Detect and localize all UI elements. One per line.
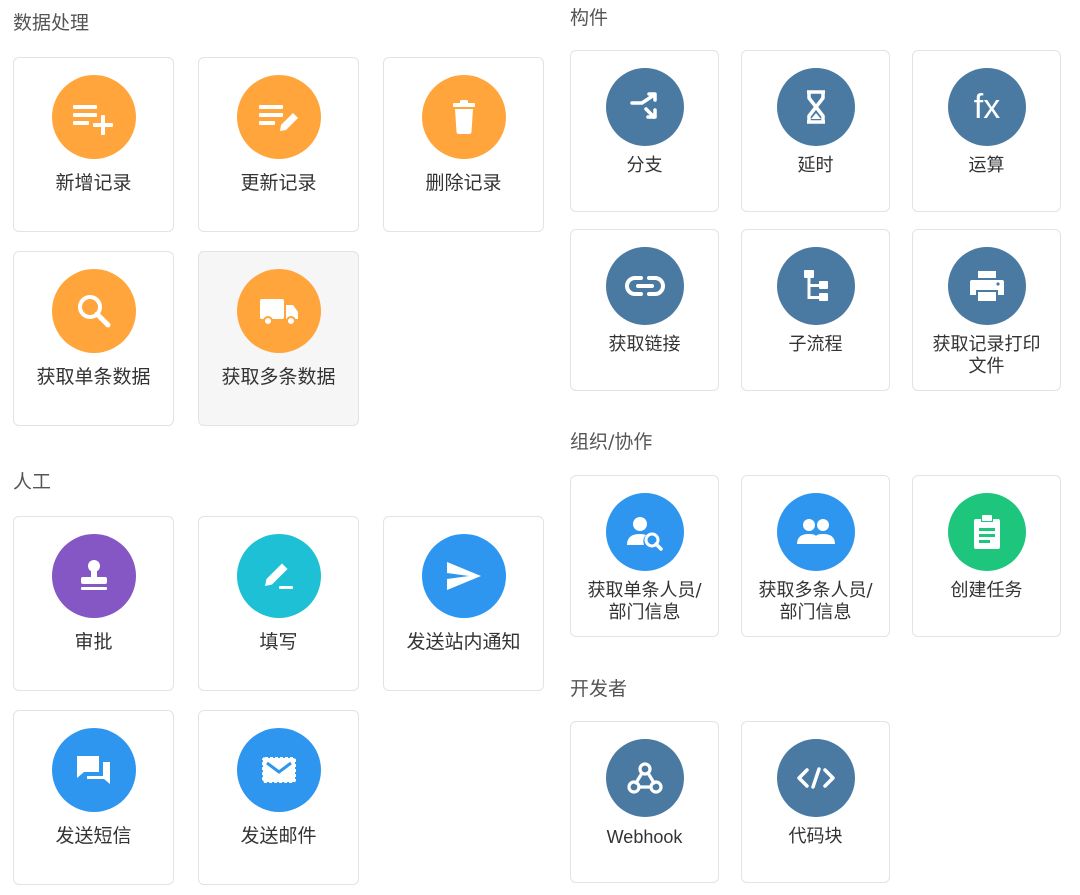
edit-record-icon <box>237 75 321 159</box>
card-delete-record[interactable]: 删除记录 <box>383 57 544 232</box>
link-icon <box>606 247 684 325</box>
fx-icon: fx <box>948 68 1026 146</box>
card-label: 获取多条数据 <box>221 366 336 388</box>
section-title-manual: 人工 <box>13 471 52 493</box>
card-branch[interactable]: 分支 <box>570 50 719 212</box>
card-calculate[interactable]: fx 运算 <box>912 50 1061 212</box>
card-label: 删除记录 <box>425 172 502 194</box>
card-update-record[interactable]: 更新记录 <box>198 57 359 232</box>
card-label: 运算 <box>968 155 1005 176</box>
card-label: 新增记录 <box>55 172 132 194</box>
card-label: 填写 <box>259 631 298 653</box>
add-record-icon <box>52 75 136 159</box>
chat-icon <box>52 728 136 812</box>
card-label: 发送邮件 <box>240 825 317 847</box>
printer-icon <box>948 247 1026 325</box>
card-label: 延时 <box>797 155 834 176</box>
card-get-print-file[interactable]: 获取记录打印 文件 <box>912 229 1061 391</box>
card-webhook[interactable]: Webhook <box>570 721 719 883</box>
mail-icon <box>237 728 321 812</box>
card-fill-in[interactable]: 填写 <box>198 516 359 691</box>
card-create-task[interactable]: 创建任务 <box>912 475 1061 637</box>
card-label: 发送站内通知 <box>406 631 521 653</box>
code-icon <box>777 739 855 817</box>
card-get-multiple-people[interactable]: 获取多条人员/ 部门信息 <box>741 475 890 637</box>
hourglass-icon <box>777 68 855 146</box>
section-title-org: 组织/协作 <box>570 431 653 453</box>
card-get-multiple-data[interactable]: 获取多条数据 <box>198 251 359 426</box>
card-send-notification[interactable]: 发送站内通知 <box>383 516 544 691</box>
card-send-email[interactable]: 发送邮件 <box>198 710 359 885</box>
card-get-link[interactable]: 获取链接 <box>570 229 719 391</box>
card-label: 创建任务 <box>950 580 1023 601</box>
card-add-record[interactable]: 新增记录 <box>13 57 174 232</box>
search-icon <box>52 269 136 353</box>
card-label: 获取记录打印 文件 <box>932 334 1041 377</box>
card-label: 获取链接 <box>608 334 681 355</box>
card-label: Webhook <box>606 827 683 847</box>
webhook-icon <box>606 739 684 817</box>
trash-icon <box>422 75 506 159</box>
clipboard-icon <box>948 493 1026 571</box>
shuffle-icon <box>606 68 684 146</box>
card-code-block[interactable]: 代码块 <box>741 721 890 883</box>
card-label: 发送短信 <box>55 825 132 847</box>
section-title-components: 构件 <box>570 7 609 29</box>
people-icon <box>777 493 855 571</box>
card-label: 获取单条人员/ 部门信息 <box>587 580 702 623</box>
fx-glyph: fx <box>973 88 1001 126</box>
stamp-icon <box>52 534 136 618</box>
section-title-data-processing: 数据处理 <box>13 12 90 34</box>
card-send-sms[interactable]: 发送短信 <box>13 710 174 885</box>
person-search-icon <box>606 493 684 571</box>
card-label: 更新记录 <box>240 172 317 194</box>
card-label: 子流程 <box>788 334 843 355</box>
card-delay[interactable]: 延时 <box>741 50 890 212</box>
card-label: 分支 <box>626 155 663 176</box>
section-title-developer: 开发者 <box>570 678 628 700</box>
truck-icon <box>237 269 321 353</box>
card-approve[interactable]: 审批 <box>13 516 174 691</box>
subflow-icon <box>777 247 855 325</box>
card-get-single-data[interactable]: 获取单条数据 <box>13 251 174 426</box>
card-get-single-person[interactable]: 获取单条人员/ 部门信息 <box>570 475 719 637</box>
send-icon <box>422 534 506 618</box>
card-label: 获取单条数据 <box>36 366 151 388</box>
card-label: 获取多条人员/ 部门信息 <box>758 580 873 623</box>
card-label: 审批 <box>74 631 113 653</box>
card-label: 代码块 <box>788 826 843 847</box>
card-subflow[interactable]: 子流程 <box>741 229 890 391</box>
pencil-icon <box>237 534 321 618</box>
